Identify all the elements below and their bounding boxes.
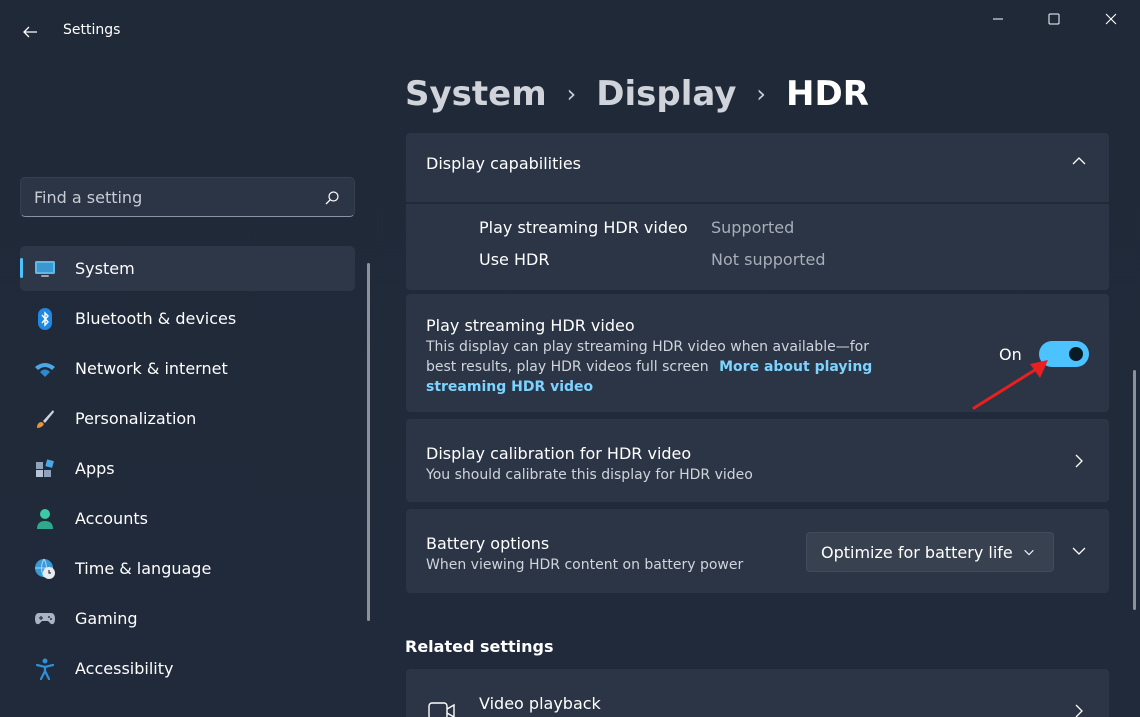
sidebar-item-network[interactable]: Network & internet [20, 346, 355, 391]
video-playback-card[interactable]: Video playback [406, 669, 1109, 717]
expand-chevron-icon[interactable] [1071, 543, 1087, 559]
search-box[interactable]: Find a setting [20, 177, 355, 217]
sidebar-item-accessibility[interactable]: Accessibility [20, 646, 355, 691]
display-capabilities-title: Display capabilities [426, 154, 582, 173]
chevron-right-icon: › [756, 80, 767, 108]
calibration-title: Display calibration for HDR video [426, 444, 692, 463]
dropdown-selected-value: Optimize for battery life [821, 543, 1013, 562]
capability-value: Supported [711, 218, 795, 237]
sidebar-item-label: Accounts [75, 509, 148, 528]
close-button[interactable] [1088, 4, 1134, 34]
streaming-hdr-card: Play streaming HDR video This display ca… [406, 294, 1109, 412]
settings-window: Settings Find a setting System Bluetooth… [0, 0, 1140, 717]
person-icon [34, 508, 56, 530]
display-capabilities-header[interactable]: Display capabilities [406, 133, 1109, 202]
search-icon [325, 191, 339, 205]
sidebar-item-label: Personalization [75, 409, 197, 428]
sidebar-item-gaming[interactable]: Gaming [20, 596, 355, 641]
description-line: best results, play HDR videos full scree… [426, 357, 896, 377]
minimize-icon [993, 18, 1003, 20]
sidebar-item-bluetooth[interactable]: Bluetooth & devices [20, 296, 355, 341]
sidebar-item-label: System [75, 259, 135, 278]
app-title: Settings [63, 22, 121, 38]
sidebar-item-label: Time & language [75, 559, 212, 578]
monitor-icon [34, 258, 56, 280]
chevron-down-icon [1024, 549, 1034, 556]
sidebar-item-apps[interactable]: Apps [20, 446, 355, 491]
battery-description: When viewing HDR content on battery powe… [426, 557, 744, 573]
sidebar-item-personalization[interactable]: Personalization [20, 396, 355, 441]
related-settings-heading: Related settings [405, 637, 554, 656]
description-text: best results, play HDR videos full scree… [426, 359, 709, 375]
capability-label: Play streaming HDR video [479, 218, 688, 237]
chevron-right-icon: › [566, 80, 577, 108]
streaming-hdr-description: This display can play streaming HDR vide… [426, 337, 896, 397]
chevron-right-icon [1075, 454, 1083, 468]
capability-value: Not supported [711, 250, 826, 269]
accessibility-icon [34, 658, 56, 680]
bluetooth-icon [34, 308, 56, 330]
sidebar-item-system[interactable]: System [20, 246, 355, 291]
toggle-state-label: On [999, 345, 1022, 364]
display-calibration-card[interactable]: Display calibration for HDR video You sh… [406, 419, 1109, 502]
chevron-right-icon [1075, 704, 1083, 717]
sidebar-item-label: Network & internet [75, 359, 228, 378]
sidebar-item-label: Accessibility [75, 659, 174, 678]
back-button[interactable] [14, 16, 46, 48]
more-about-link[interactable]: More about playing [719, 359, 872, 375]
display-capabilities-body: Play streaming HDR video Supported Use H… [406, 204, 1109, 290]
sidebar-nav: System Bluetooth & devices Network & int… [20, 246, 355, 696]
brush-icon [34, 408, 56, 430]
close-icon [1105, 13, 1117, 25]
chevron-up-icon [1072, 157, 1086, 165]
battery-options-card: Battery options When viewing HDR content… [406, 509, 1109, 593]
globe-clock-icon [34, 558, 56, 580]
title-bar: Settings [0, 0, 1140, 62]
calibration-description: You should calibrate this display for HD… [426, 467, 753, 483]
breadcrumb-system[interactable]: System [405, 74, 547, 114]
wifi-icon [34, 358, 56, 380]
battery-dropdown[interactable]: Optimize for battery life [806, 532, 1054, 572]
more-about-link-continued[interactable]: streaming HDR video [426, 377, 896, 397]
sidebar-item-label: Apps [75, 459, 115, 478]
battery-title: Battery options [426, 534, 550, 553]
toggle-knob [1069, 347, 1083, 361]
streaming-hdr-title: Play streaming HDR video [426, 316, 635, 335]
sidebar-item-time-language[interactable]: Time & language [20, 546, 355, 591]
video-playback-title: Video playback [479, 694, 601, 713]
capability-label: Use HDR [479, 250, 550, 269]
maximize-icon [1048, 13, 1060, 25]
page-title: HDR [786, 74, 869, 114]
back-arrow-icon [23, 26, 37, 38]
sidebar-item-label: Bluetooth & devices [75, 309, 237, 328]
video-camera-icon [428, 702, 455, 717]
streaming-hdr-toggle[interactable] [1039, 341, 1089, 367]
gamepad-icon [34, 608, 56, 630]
search-input[interactable]: Find a setting [34, 188, 142, 207]
content-scrollbar[interactable] [1133, 370, 1136, 610]
sidebar-scrollbar[interactable] [367, 263, 370, 621]
sidebar-item-label: Gaming [75, 609, 138, 628]
maximize-button[interactable] [1031, 4, 1077, 34]
sidebar-item-accounts[interactable]: Accounts [20, 496, 355, 541]
description-line: This display can play streaming HDR vide… [426, 339, 869, 355]
minimize-button[interactable] [975, 4, 1021, 34]
apps-icon [34, 458, 56, 480]
breadcrumb-display[interactable]: Display [596, 74, 736, 114]
breadcrumb: System › Display › HDR [405, 70, 869, 118]
